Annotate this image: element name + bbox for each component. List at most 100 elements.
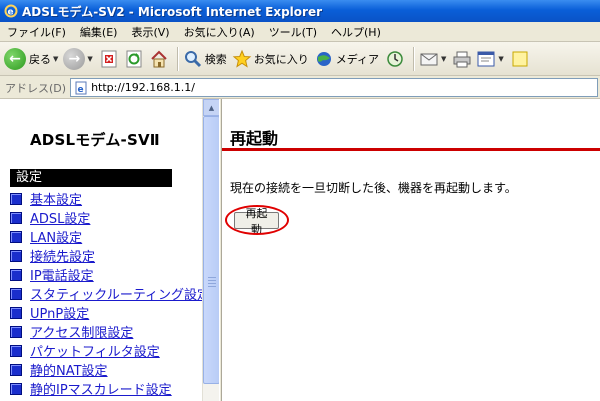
- back-label: 戻る: [29, 52, 51, 66]
- toolbar-divider: [413, 46, 416, 71]
- mail-icon: [420, 53, 438, 65]
- chevron-down-icon[interactable]: ▼: [441, 55, 446, 63]
- page-title: 再起動: [230, 129, 279, 148]
- back-button[interactable]: ← 戻る ▼: [4, 47, 58, 70]
- menu-favorites[interactable]: お気に入り(A): [177, 24, 262, 40]
- nav-item-upnp-settings[interactable]: UPnP設定: [10, 303, 205, 322]
- square-bullet-icon: [10, 363, 22, 376]
- square-bullet-icon: [10, 249, 22, 262]
- history-button[interactable]: [384, 48, 406, 70]
- address-bar: アドレス(D) e http://192.168.1.1/: [0, 77, 600, 99]
- content-frame: 再起動 現在の接続を一旦切断した後、機器を再起動します。 再起動: [222, 99, 600, 401]
- menu-bar: ファイル(F) 編集(E) 表示(V) お気に入り(A) ツール(T) ヘルプ(…: [0, 22, 600, 42]
- search-button[interactable]: 検索: [183, 49, 227, 69]
- grip-icon: [208, 277, 216, 289]
- home-icon: [151, 50, 167, 67]
- edit-button[interactable]: ▼: [476, 49, 504, 69]
- nav-link[interactable]: 静的NAT設定: [30, 360, 108, 379]
- menu-help[interactable]: ヘルプ(H): [324, 24, 388, 40]
- nav-item-packet-filter-settings[interactable]: パケットフィルタ設定: [10, 341, 205, 360]
- nav-link[interactable]: アクセス制限設定: [30, 322, 133, 341]
- printer-icon: [453, 51, 471, 67]
- history-icon: [387, 50, 403, 67]
- favorites-button[interactable]: お気に入り: [232, 49, 309, 69]
- chevron-down-icon[interactable]: ▼: [53, 55, 58, 63]
- stop-button[interactable]: [98, 48, 120, 70]
- refresh-icon: [126, 50, 142, 67]
- star-icon: [232, 49, 252, 68]
- nav-link[interactable]: LAN設定: [30, 227, 82, 246]
- search-label: 検索: [204, 52, 227, 66]
- nav-item-static-routing-settings[interactable]: スタティックルーティング設定: [10, 284, 205, 303]
- address-url: http://192.168.1.1/: [91, 81, 195, 94]
- note-icon: [512, 51, 528, 66]
- refresh-button[interactable]: [123, 48, 145, 70]
- messenger-button[interactable]: [509, 48, 531, 70]
- navigation-scrollbar[interactable]: ▲: [202, 99, 220, 401]
- menu-tools[interactable]: ツール(T): [262, 24, 324, 40]
- title-underline: [222, 148, 600, 151]
- forward-button[interactable]: → ▼: [63, 47, 93, 70]
- menu-edit[interactable]: 編集(E): [73, 24, 125, 40]
- page-icon: e: [74, 81, 88, 95]
- nav-item-connection-settings[interactable]: 接続先設定: [10, 246, 205, 265]
- toolbar: ← 戻る ▼ → ▼ 検索 お気に入り メディア ▼ ▼: [0, 42, 600, 76]
- reboot-description: 現在の接続を一旦切断した後、機器を再起動します。: [230, 181, 517, 195]
- nav-link[interactable]: UPnP設定: [30, 303, 89, 322]
- nav-link[interactable]: 基本設定: [30, 189, 82, 208]
- nav-link[interactable]: 接続先設定: [30, 246, 95, 265]
- reboot-button[interactable]: 再起動: [234, 207, 279, 236]
- settings-nav-list: 基本設定 ADSL設定 LAN設定 接続先設定 IP電話設定 スタティックルーテ…: [10, 189, 205, 398]
- media-icon: [316, 51, 331, 66]
- square-bullet-icon: [10, 192, 22, 205]
- nav-item-basic-settings[interactable]: 基本設定: [10, 189, 205, 208]
- toolbar-divider: [176, 46, 179, 71]
- square-bullet-icon: [10, 268, 22, 281]
- scroll-up-button[interactable]: ▲: [203, 99, 220, 116]
- square-bullet-icon: [10, 211, 22, 224]
- scroll-thumb[interactable]: [203, 116, 220, 384]
- media-label: メディア: [335, 52, 380, 66]
- settings-section-header: 設定: [10, 169, 172, 187]
- nav-link[interactable]: IP電話設定: [30, 265, 94, 284]
- mail-button[interactable]: ▼: [419, 49, 446, 69]
- nav-link[interactable]: 静的IPマスカレード設定: [30, 379, 172, 398]
- square-bullet-icon: [10, 306, 22, 319]
- nav-item-access-restriction-settings[interactable]: アクセス制限設定: [10, 322, 205, 341]
- nav-item-static-nat-settings[interactable]: 静的NAT設定: [10, 360, 205, 379]
- square-bullet-icon: [10, 230, 22, 243]
- square-bullet-icon: [10, 325, 22, 338]
- chevron-down-icon[interactable]: ▼: [498, 55, 503, 63]
- print-button[interactable]: [451, 48, 473, 70]
- internet-explorer-icon: e: [4, 4, 18, 18]
- back-arrow-icon: ←: [4, 47, 26, 70]
- product-logo: ADSLモデム-SVⅡ: [30, 131, 160, 149]
- edit-page-icon: [477, 51, 495, 66]
- media-button[interactable]: メディア: [314, 49, 379, 69]
- nav-item-lan-settings[interactable]: LAN設定: [10, 227, 205, 246]
- address-label: アドレス(D): [5, 81, 67, 95]
- square-bullet-icon: [10, 344, 22, 357]
- square-bullet-icon: [10, 287, 22, 300]
- menu-view[interactable]: 表示(V): [124, 24, 176, 40]
- nav-item-static-ip-masquerade-settings[interactable]: 静的IPマスカレード設定: [10, 379, 205, 398]
- search-icon: [184, 50, 201, 67]
- chevron-down-icon[interactable]: ▼: [87, 55, 92, 63]
- home-button[interactable]: [148, 48, 170, 70]
- window-title: ADSLモデム-SV2 - Microsoft Internet Explore…: [22, 4, 323, 19]
- nav-link[interactable]: ADSL設定: [30, 208, 90, 227]
- svg-text:e: e: [8, 8, 14, 18]
- stop-icon: [101, 50, 117, 67]
- favorites-label: お気に入り: [253, 52, 309, 66]
- navigation-frame: ADSLモデム-SVⅡ 設定 基本設定 ADSL設定 LAN設定 接続先設定 I…: [0, 99, 205, 401]
- nav-item-ip-phone-settings[interactable]: IP電話設定: [10, 265, 205, 284]
- forward-arrow-icon: →: [63, 47, 86, 70]
- nav-link[interactable]: スタティックルーティング設定: [30, 284, 205, 303]
- square-bullet-icon: [10, 382, 22, 395]
- svg-text:e: e: [78, 85, 84, 95]
- nav-link[interactable]: パケットフィルタ設定: [30, 341, 160, 360]
- nav-item-adsl-settings[interactable]: ADSL設定: [10, 208, 205, 227]
- address-input[interactable]: e http://192.168.1.1/: [70, 78, 598, 97]
- menu-file[interactable]: ファイル(F): [0, 24, 73, 40]
- window-titlebar: e ADSLモデム-SV2 - Microsoft Internet Explo…: [0, 0, 600, 22]
